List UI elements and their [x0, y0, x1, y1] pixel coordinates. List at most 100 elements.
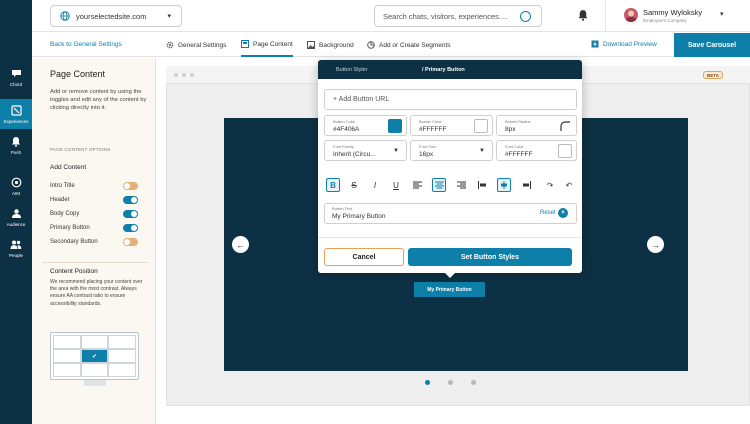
chevron-down-icon[interactable]: ▾ — [720, 10, 724, 18]
position-cell-selected[interactable]: ✔ — [80, 349, 109, 363]
cancel-button[interactable]: Cancel — [324, 248, 404, 266]
content-position-description: We recommend placing your content over t… — [50, 279, 143, 307]
pagination-dot[interactable] — [448, 380, 453, 385]
nav-audience[interactable]: Audience — [0, 202, 32, 232]
site-selector[interactable]: yourselectedsite.com ▾ — [50, 5, 182, 27]
prev-slide-arrow-icon[interactable]: ← — [232, 236, 249, 253]
intro-title-toggle[interactable] — [123, 182, 138, 190]
italic-icon[interactable]: I — [368, 178, 382, 192]
bold-icon[interactable]: B — [326, 178, 340, 192]
nav-label: Push — [10, 149, 22, 155]
avatar[interactable] — [624, 8, 638, 22]
align-button-right-icon[interactable] — [519, 178, 533, 192]
tab-label: Background — [319, 41, 354, 49]
align-left-icon[interactable] — [410, 178, 424, 192]
align-right-icon[interactable] — [454, 178, 468, 192]
audience-icon — [10, 208, 22, 220]
align-button-center-icon[interactable] — [497, 178, 511, 192]
align-center-icon[interactable] — [432, 178, 446, 192]
body-copy-toggle[interactable] — [123, 210, 138, 218]
segments-icon — [367, 41, 375, 49]
content-position-title: Content Position — [50, 268, 98, 275]
download-preview-label: Download Preview — [603, 40, 657, 48]
beta-badge: BETA — [703, 71, 723, 79]
nav-people[interactable]: People — [0, 233, 32, 263]
toggle-label: Intro Title — [50, 183, 75, 189]
undo-icon[interactable]: ↶ — [562, 178, 576, 192]
button-url-input[interactable]: + Add Button URL — [324, 89, 577, 110]
position-cell[interactable] — [53, 363, 81, 377]
position-cell[interactable] — [80, 363, 109, 377]
position-cell[interactable] — [53, 349, 81, 363]
tab-label: Page Content — [253, 40, 293, 48]
pagination-dot-active[interactable] — [425, 380, 430, 385]
font-family-select[interactable]: Font Family Inherit (Circu... ▼ — [324, 140, 407, 161]
next-slide-arrow-icon[interactable]: → — [647, 236, 664, 253]
window-dot — [182, 73, 186, 77]
toggle-label: Primary Button — [50, 225, 90, 231]
nav-chord[interactable]: Chord — [0, 62, 32, 92]
font-color-field[interactable]: Font Color #FFFFFF — [496, 140, 577, 161]
caret-down-icon: ▼ — [393, 148, 399, 154]
download-icon — [591, 40, 599, 48]
tab-label: General Settings — [178, 41, 227, 49]
nav-aim[interactable]: AIM — [0, 171, 32, 201]
field-value: Inherit (Circu... — [333, 151, 376, 158]
search-input[interactable]: Search chats, visitors, experiences.... — [374, 5, 542, 27]
field-value: #4F406A — [333, 126, 360, 133]
header-toggle[interactable] — [123, 196, 138, 204]
nav-push[interactable]: Push — [0, 130, 32, 160]
toggle-label: Secondary Button — [50, 239, 98, 245]
popover-divider — [318, 237, 582, 238]
notifications-bell-icon[interactable] — [577, 9, 589, 21]
tab-background[interactable]: Background — [307, 33, 354, 57]
redo-icon[interactable]: ↷ — [543, 178, 557, 192]
reset-link[interactable]: Reset — [540, 210, 556, 216]
secondary-button-toggle[interactable] — [123, 238, 138, 246]
set-button-styles-button[interactable]: Set Button Styles — [408, 248, 572, 266]
search-icon[interactable] — [520, 11, 531, 22]
primary-button-toggle[interactable] — [123, 224, 138, 232]
button-color-field[interactable]: Button Color #4F406A — [324, 115, 407, 136]
tab-page-content[interactable]: Page Content — [241, 33, 293, 57]
tab-segments[interactable]: Add or Create Segments — [367, 33, 451, 57]
field-caption: Border Color — [419, 119, 442, 124]
panel-description: Add or remove content by using the toggl… — [50, 89, 147, 112]
strikethrough-icon[interactable]: S — [347, 178, 361, 192]
slide-primary-button[interactable]: My Primary Button — [414, 282, 485, 297]
font-size-select[interactable]: Font Size 16px ▼ — [410, 140, 493, 161]
pagination-dot[interactable] — [471, 380, 476, 385]
clear-icon[interactable]: × — [558, 208, 568, 218]
nav-label: AIM — [11, 190, 20, 196]
border-color-field[interactable]: Border Color #FFFFFF — [410, 115, 493, 136]
position-cell[interactable] — [80, 335, 109, 349]
corner-radius-icon — [558, 119, 572, 133]
left-nav: Chord Experiences Push AIM Audience Peop… — [0, 0, 32, 424]
position-cell[interactable] — [53, 335, 81, 349]
options-heading: PAGE CONTENT OPTIONS — [50, 147, 111, 152]
window-dot — [190, 73, 194, 77]
position-cell[interactable] — [108, 349, 136, 363]
position-cell[interactable] — [108, 363, 136, 377]
tab-general-settings[interactable]: General Settings — [166, 33, 226, 57]
border-radius-field[interactable]: Border Radius 8px — [496, 115, 577, 136]
user-name[interactable]: Sammy Wyloksky — [643, 8, 702, 17]
save-carousel-button[interactable]: Save Carousel — [674, 33, 750, 57]
download-preview-link[interactable]: Download Preview — [591, 40, 657, 48]
chat-bubble-icon — [10, 68, 22, 80]
page-content-icon — [241, 40, 249, 48]
position-cell[interactable] — [108, 335, 136, 349]
color-swatch[interactable] — [558, 144, 572, 158]
popover-breadcrumb: / Primary Button — [422, 67, 465, 73]
field-caption: Font Color — [505, 144, 524, 149]
align-button-left-icon[interactable] — [476, 178, 490, 192]
nav-label: People — [8, 252, 23, 258]
button-text-value[interactable]: My Primary Button — [332, 213, 385, 220]
back-to-general-settings-link[interactable]: Back to General Settings — [50, 41, 122, 48]
site-selector-value: yourselectedsite.com — [76, 11, 147, 21]
color-swatch[interactable] — [474, 119, 488, 133]
underline-icon[interactable]: U — [389, 178, 403, 192]
color-swatch[interactable] — [388, 119, 402, 133]
experiences-icon — [10, 105, 22, 117]
nav-experiences[interactable]: Experiences — [0, 99, 32, 129]
